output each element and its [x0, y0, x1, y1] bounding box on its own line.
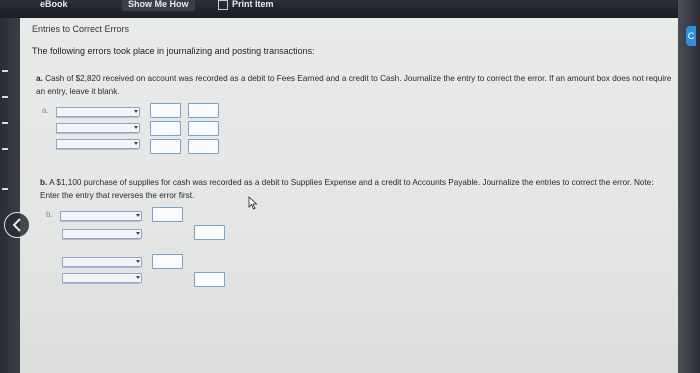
- part-a-credit-1[interactable]: [188, 103, 219, 118]
- bezel-mark: [2, 122, 8, 124]
- part-b-account-select-2[interactable]: [62, 229, 142, 239]
- part-a-account-select-2[interactable]: [56, 123, 140, 133]
- right-bezel: C: [678, 0, 700, 373]
- divider: [56, 149, 138, 150]
- mouse-cursor-icon: [248, 196, 258, 210]
- part-a-prefix: a.: [36, 74, 43, 83]
- intro-text: The following errors took place in journ…: [32, 46, 315, 56]
- divider: [56, 133, 138, 134]
- print-item-button[interactable]: Print Item: [218, 0, 274, 11]
- part-b-debit-1[interactable]: [152, 207, 183, 222]
- part-a-debit-1[interactable]: [150, 103, 181, 118]
- back-arrow-button[interactable]: [4, 212, 30, 238]
- show-me-how-button[interactable]: Show Me How: [122, 0, 195, 11]
- part-a-account-select-3[interactable]: [56, 139, 140, 149]
- divider: [62, 239, 140, 240]
- divider: [62, 267, 140, 268]
- divider: [60, 221, 140, 222]
- ebook-link[interactable]: eBook: [40, 0, 68, 11]
- bezel-mark: [2, 148, 8, 150]
- part-b-credit-4[interactable]: [194, 272, 225, 287]
- page-title: Entries to Correct Errors: [32, 24, 130, 34]
- part-b-account-select-3[interactable]: [62, 257, 142, 267]
- problem-panel: Entries to Correct Errors The following …: [20, 18, 678, 373]
- bezel-mark: [2, 188, 8, 190]
- part-b-text: A $1,100 purchase of supplies for cash w…: [40, 178, 654, 200]
- part-a-debit-2[interactable]: [150, 121, 181, 136]
- part-a-instructions: a. Cash of $2,820 received on account wa…: [36, 72, 676, 98]
- part-b-account-select-4[interactable]: [62, 273, 142, 283]
- part-b-instructions: b. A $1,100 purchase of supplies for cas…: [40, 176, 670, 202]
- print-item-label: Print Item: [232, 0, 274, 9]
- part-a-debit-3[interactable]: [150, 139, 181, 154]
- bezel-mark: [2, 70, 8, 72]
- divider: [56, 117, 138, 118]
- part-a-account-select-1[interactable]: [56, 107, 140, 117]
- part-a-credit-3[interactable]: [188, 139, 219, 154]
- left-bezel: [0, 18, 20, 373]
- part-b-credit-2[interactable]: [194, 225, 225, 240]
- part-b-account-select-1[interactable]: [60, 211, 142, 221]
- part-a-row-label: a.: [42, 106, 49, 115]
- part-a-text: Cash of $2,820 received on account was r…: [36, 74, 672, 96]
- print-icon: [218, 0, 228, 10]
- top-toolbar: eBook Show Me How Print Item: [0, 0, 700, 18]
- chevron-left-icon: [12, 218, 21, 232]
- divider: [62, 283, 140, 284]
- part-b-prefix: b.: [40, 178, 48, 187]
- part-a-credit-2[interactable]: [188, 121, 219, 136]
- bezel-mark: [2, 96, 8, 98]
- part-b-row-label: b.: [46, 210, 53, 219]
- part-b-debit-3[interactable]: [152, 254, 183, 269]
- side-tab-icon[interactable]: C: [686, 26, 696, 46]
